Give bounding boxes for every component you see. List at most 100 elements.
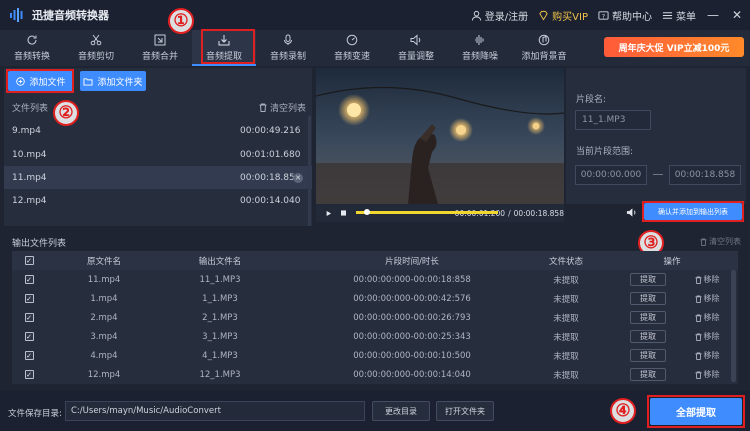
volume-icon[interactable] [626, 207, 637, 218]
file-status: 未提取 [553, 275, 579, 286]
remove-button[interactable]: 移除 [694, 369, 720, 380]
file-list-item[interactable]: 12.mp4 00:00:14.040 [4, 189, 312, 212]
extract-button[interactable]: 提取 [630, 368, 666, 381]
remove-cell: 移除 [682, 365, 732, 384]
file-duration: 00:01:01.680 [240, 149, 301, 160]
tab-audio-record[interactable]: 音频录制 [256, 30, 320, 66]
time-separator: / [508, 208, 511, 218]
noise-icon [475, 35, 484, 45]
row-checkbox-cell: ✓ [12, 327, 46, 346]
tab-audio-cut[interactable]: 音频剪切 [64, 30, 128, 66]
row-checkbox[interactable]: ✓ [24, 313, 34, 322]
promo-banner[interactable]: 周年庆大促 VIP立减100元 [604, 37, 744, 57]
add-file-button[interactable]: 添加文件 [8, 71, 74, 91]
source-name: 2.mp4 [90, 312, 118, 323]
file-list-header: 文件列表 清空列表 [4, 99, 312, 115]
output-table-scrollbar[interactable] [731, 270, 736, 382]
diamond-icon [539, 10, 548, 20]
tab-audio-merge[interactable]: 音频合并 [128, 30, 192, 66]
file-name: 12.mp4 [12, 195, 47, 206]
trash-icon [694, 314, 702, 322]
remove-file-icon[interactable]: ✕ [293, 172, 303, 183]
confirm-add-to-output-button[interactable]: 确认并添加到输出列表 [644, 203, 742, 220]
change-dir-button[interactable]: 更改目录 [372, 401, 430, 421]
output-name: 4_1.MP3 [202, 350, 238, 361]
tab-add-bgm[interactable]: 添加背景音 [512, 30, 576, 66]
remove-label: 移除 [703, 370, 720, 379]
range-start-input[interactable]: 00:00:00.000 [575, 165, 647, 185]
row-checkbox[interactable]: ✓ [24, 294, 34, 303]
extract-cell: 提取 [620, 365, 676, 384]
source-name: 4.mp4 [90, 350, 118, 361]
file-status: 未提取 [553, 351, 579, 362]
save-dir-input[interactable]: C:/Users/mayn/Music/AudioConvert [65, 401, 365, 421]
segment-time: 00:00:00:000-00:00:42:576 [353, 293, 471, 304]
extract-cell: 提取 [620, 289, 676, 308]
minimize-icon[interactable]: — [706, 8, 720, 22]
stop-icon[interactable] [340, 209, 346, 217]
file-list-item[interactable]: 9.mp4 00:00:49.216 [4, 119, 312, 142]
range-end-input[interactable]: 00:00:18.858 [669, 165, 741, 185]
microphone-icon [284, 34, 292, 45]
total-time: 00:00:18.858 [513, 208, 564, 218]
remove-button[interactable]: 移除 [694, 312, 720, 323]
remove-button[interactable]: 移除 [694, 274, 720, 285]
remove-button[interactable]: 移除 [694, 331, 720, 342]
add-folder-button[interactable]: 添加文件夹 [80, 71, 146, 91]
title-bar-actions: 登录/注册 购买VIP ? 帮助中心 菜单 — ✕ [471, 0, 744, 30]
login-link[interactable]: 登录/注册 [471, 8, 528, 23]
source-name: 11.mp4 [87, 274, 121, 285]
clear-file-list-button[interactable]: 清空列表 [259, 101, 306, 114]
row-checkbox[interactable]: ✓ [24, 351, 34, 360]
merge-icon [154, 34, 166, 46]
extract-cell: 提取 [620, 308, 676, 327]
remove-button[interactable]: 移除 [694, 350, 720, 361]
menu-button[interactable]: 菜单 [662, 8, 696, 23]
table-row[interactable]: ✓ 11.mp4 11_1.MP3 00:00:00:000-00:00:18:… [12, 270, 738, 289]
tab-noise-reduce[interactable]: 音频降噪 [448, 30, 512, 66]
extract-button[interactable]: 提取 [630, 349, 666, 362]
extract-button[interactable]: 提取 [630, 311, 666, 324]
row-checkbox[interactable]: ✓ [24, 370, 34, 379]
extract-all-button[interactable]: 全部提取 [650, 398, 742, 425]
source-name: 3.mp4 [90, 331, 118, 342]
segment-name-input[interactable]: 11_1.MP3 [575, 110, 651, 130]
table-row[interactable]: ✓ 12.mp4 12_1.MP3 00:00:00:000-00:00:14:… [12, 365, 738, 384]
extract-button[interactable]: 提取 [630, 292, 666, 305]
row-checkbox-cell: ✓ [12, 346, 46, 365]
select-all-checkbox[interactable]: ✓ [24, 256, 34, 265]
svg-text:?: ? [602, 12, 605, 20]
row-checkbox[interactable]: ✓ [24, 332, 34, 341]
range-dash [653, 174, 663, 175]
timeline-slider[interactable] [355, 209, 498, 217]
table-row[interactable]: ✓ 3.mp4 3_1.MP3 00:00:00:000-00:00:25:34… [12, 327, 738, 346]
play-icon[interactable] [326, 209, 332, 218]
row-checkbox[interactable]: ✓ [24, 275, 34, 284]
help-center-link[interactable]: ? 帮助中心 [598, 8, 652, 23]
clear-output-list-button[interactable]: 清空列表 [700, 236, 741, 247]
file-list-scrollbar[interactable] [308, 116, 311, 226]
segment-info-panel: 片段名: 11_1.MP3 当前片段范围: 00:00:00.000 00:00… [566, 68, 746, 204]
table-row[interactable]: ✓ 1.mp4 1_1.MP3 00:00:00:000-00:00:42:57… [12, 289, 738, 308]
tab-label: 音频剪切 [77, 52, 114, 62]
file-list-item-selected[interactable]: 11.mp4 00:00:18.858 ✕ [4, 166, 312, 189]
buy-vip-link[interactable]: 购买VIP [538, 8, 588, 23]
playhead-handle[interactable] [364, 209, 371, 215]
table-row[interactable]: ✓ 4.mp4 4_1.MP3 00:00:00:000-00:00:10:50… [12, 346, 738, 365]
trash-icon [694, 333, 702, 341]
extract-cell: 提取 [620, 270, 676, 289]
row-checkbox-cell: ✓ [12, 365, 46, 384]
range-label: 当前片段范围: [576, 147, 634, 157]
extract-button[interactable]: 提取 [630, 273, 666, 286]
remove-button[interactable]: 移除 [694, 293, 720, 304]
tab-audio-speed[interactable]: 音频变速 [320, 30, 384, 66]
open-folder-button[interactable]: 打开文件夹 [436, 401, 494, 421]
file-name: 11.mp4 [12, 172, 47, 183]
tab-volume-adjust[interactable]: 音量调整 [384, 30, 448, 66]
table-row[interactable]: ✓ 2.mp4 2_1.MP3 00:00:00:000-00:00:26:79… [12, 308, 738, 327]
file-list-item[interactable]: 10.mp4 00:01:01.680 [4, 143, 312, 166]
close-icon[interactable]: ✕ [730, 8, 744, 22]
extract-button[interactable]: 提取 [630, 330, 666, 343]
tab-audio-convert[interactable]: 音频转换 [0, 30, 64, 66]
tab-audio-extract[interactable]: 音频提取 [192, 30, 256, 66]
